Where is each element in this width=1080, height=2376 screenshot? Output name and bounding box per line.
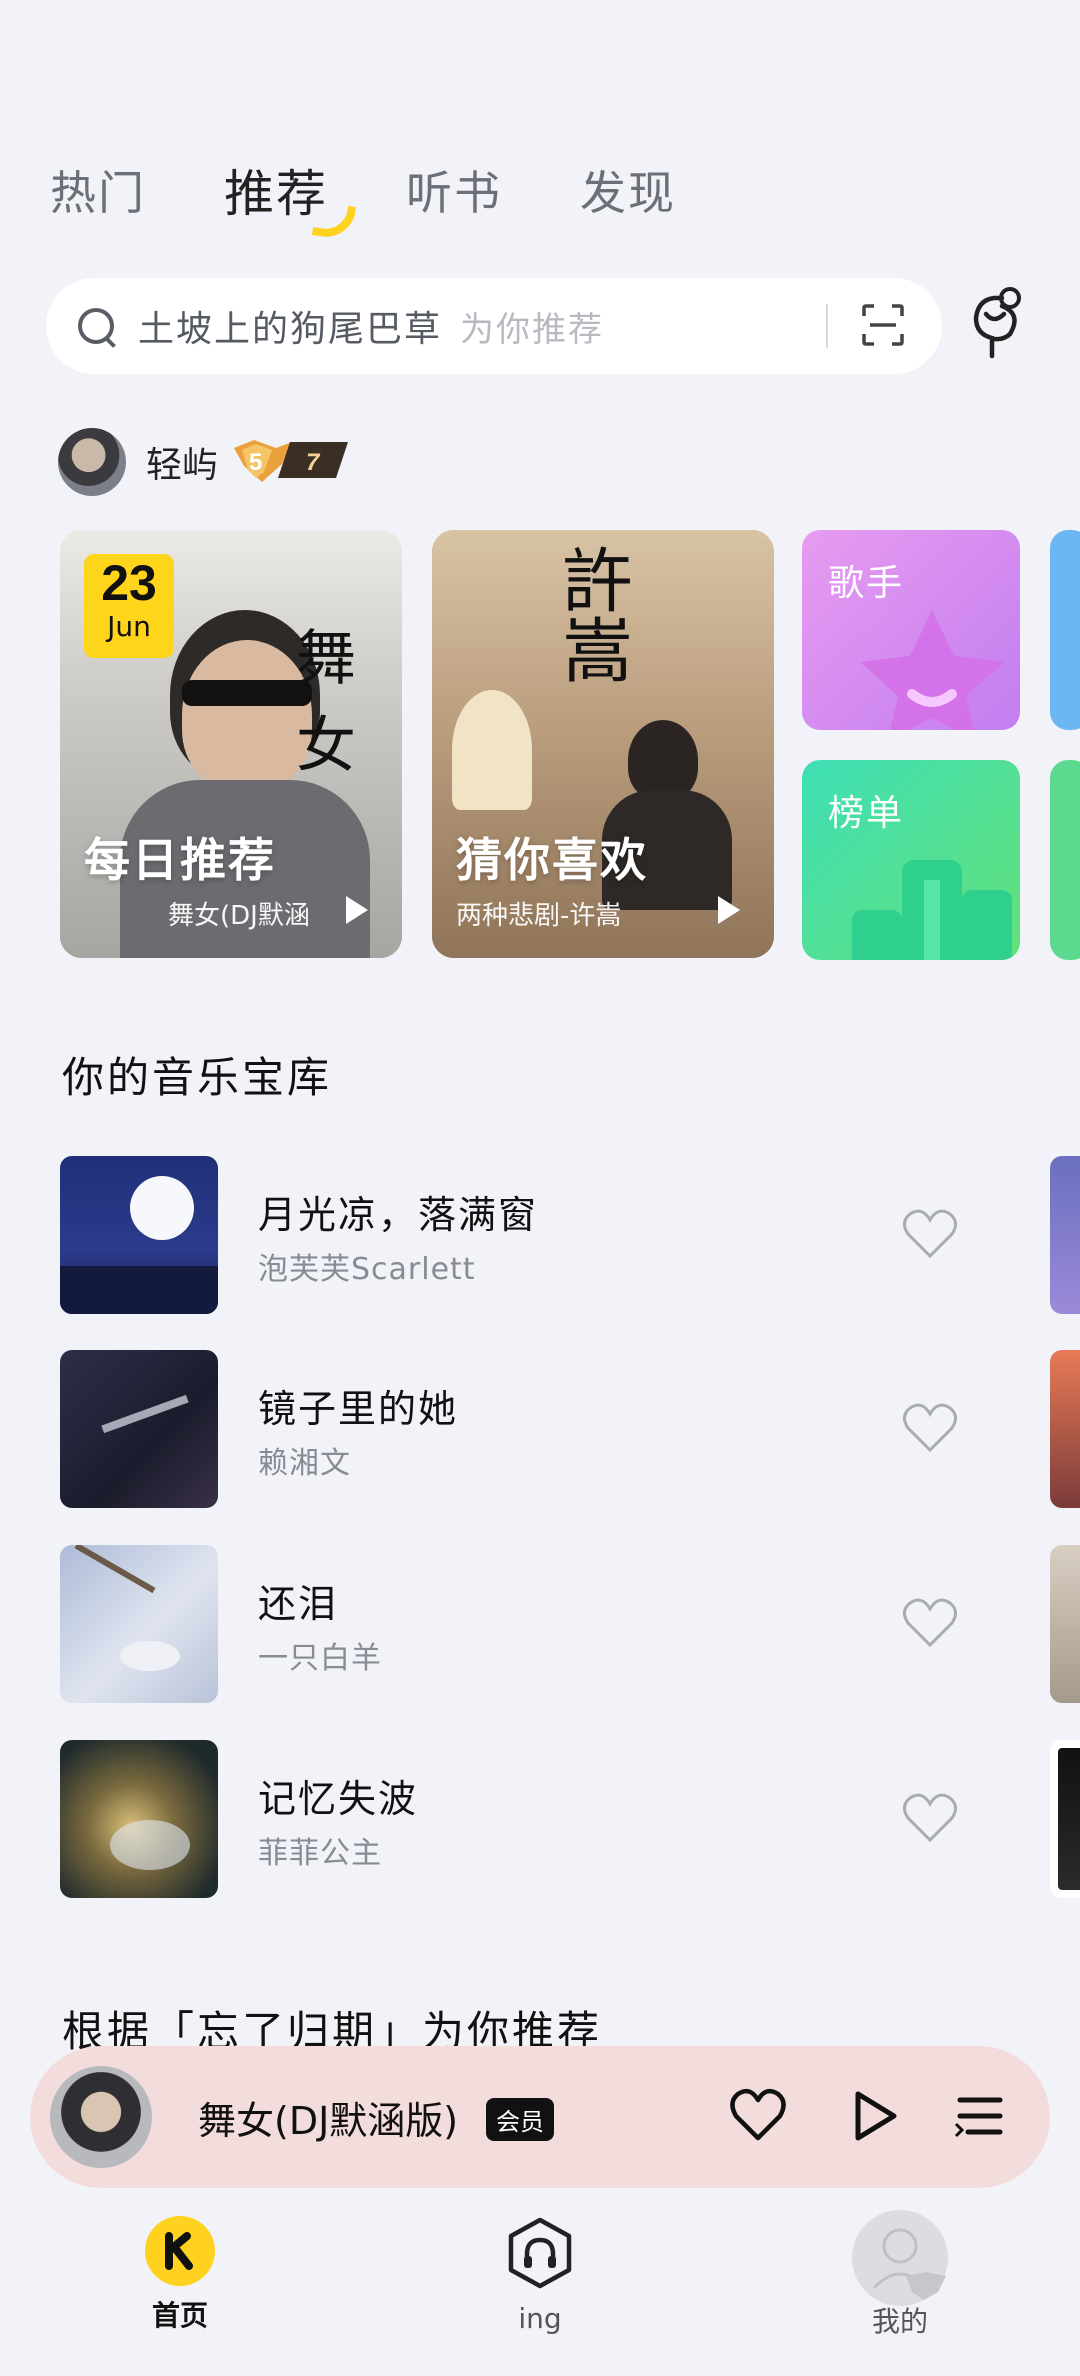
guess-figure-head <box>628 720 698 800</box>
daily-card-subtitle: 舞女(DJ默涵 <box>168 901 310 931</box>
nav-home[interactable]: 首页 <box>100 2216 260 2334</box>
light-shape <box>110 1820 190 1870</box>
date-badge: 23 Jun <box>84 554 174 658</box>
search-bar[interactable]: 土坡上的狗尾巴草 为你推荐 <box>46 278 942 374</box>
tab-recommend-label: 推荐 <box>224 165 328 223</box>
singer-tile[interactable]: 歌手 <box>802 530 1020 730</box>
now-playing-title: 舞女(DJ默涵版) <box>198 2099 459 2143</box>
song-cover <box>60 1740 218 1898</box>
song-cover <box>60 1350 218 1508</box>
vip-badge: 会员 <box>486 2098 554 2141</box>
vip-level-text: 5 <box>249 449 262 476</box>
scan-icon[interactable] <box>860 302 906 348</box>
flower-shape <box>120 1641 180 1671</box>
lamp-shape <box>452 690 532 810</box>
chart-tile-label: 榜单 <box>828 793 905 834</box>
song-title: 还泪 <box>258 1582 339 1626</box>
song-row[interactable]: 镜子里的她 赖湘文 <box>60 1350 1020 1510</box>
song-artist: 赖湘文 <box>258 1446 351 1481</box>
search-divider <box>826 304 828 348</box>
singer-tile-label: 歌手 <box>828 563 905 604</box>
search-query-text: 土坡上的狗尾巴草 <box>138 309 443 350</box>
now-playing-cover[interactable] <box>50 2066 152 2168</box>
daily-figure-face <box>182 640 312 790</box>
song-cover-peek[interactable] <box>1050 1156 1080 1314</box>
date-day: 23 <box>101 555 157 611</box>
play-icon[interactable] <box>852 2090 898 2142</box>
like-heart-icon[interactable] <box>730 2088 786 2142</box>
search-icon <box>76 306 116 346</box>
kugou-home-icon <box>145 2216 215 2286</box>
star-icon <box>860 610 1004 730</box>
song-row[interactable]: 还泪 一只白羊 <box>60 1545 1020 1705</box>
user-avatar[interactable] <box>58 428 126 496</box>
song-artist: 菲菲公主 <box>258 1836 382 1871</box>
guess-card-subtitle: 两种悲剧-许嵩 <box>456 901 622 931</box>
active-tab-indicator <box>311 201 357 241</box>
nav-me[interactable]: 我的 <box>820 2210 980 2340</box>
tab-recommend[interactable]: 推荐 <box>224 154 357 241</box>
headphone-hexagon-icon <box>508 2217 572 2289</box>
song-artist: 泡芙芙Scarlett <box>258 1252 476 1287</box>
city-silhouette <box>60 1266 218 1314</box>
top-tab-bar: 热门 推荐 听书 发现 <box>50 150 754 241</box>
sunglasses <box>182 680 312 706</box>
song-cover-peek[interactable] <box>1050 1545 1080 1703</box>
daily-recommend-card[interactable]: 舞女 23 Jun 每日推荐 舞女(DJ默涵 <box>60 530 402 958</box>
heart-icon[interactable] <box>902 1402 958 1454</box>
play-icon[interactable] <box>718 896 740 924</box>
song-row[interactable]: 月光凉，落满窗 泡芙芙Scarlett <box>60 1156 1020 1316</box>
song-cover <box>60 1545 218 1703</box>
song-cover-peek[interactable] <box>1050 1740 1080 1898</box>
song-artist: 一只白羊 <box>258 1641 382 1676</box>
song-title: 月光凉，落满窗 <box>258 1193 539 1237</box>
daily-cover-calligraphy: 舞女 <box>296 624 356 781</box>
tab-discover[interactable]: 发现 <box>580 157 676 223</box>
search-hint-text: 为你推荐 <box>460 309 605 350</box>
tab-audiobook[interactable]: 听书 <box>406 157 502 223</box>
more-tile-peek[interactable] <box>1050 530 1080 730</box>
chart-tile[interactable]: 榜单 <box>802 760 1020 960</box>
song-title: 镜子里的她 <box>258 1387 459 1431</box>
guess-cover-calligraphy: 許嵩 <box>551 544 633 684</box>
song-cover-peek[interactable] <box>1050 1350 1080 1508</box>
mini-player[interactable]: 舞女(DJ默涵版) 会员 <box>30 2046 1050 2188</box>
date-month: Jun <box>107 610 151 643</box>
guess-card-title: 猜你喜欢 <box>456 833 648 887</box>
nav-home-label: 首页 <box>151 2299 208 2332</box>
nav-ing-label: ing <box>518 2302 562 2335</box>
song-row[interactable]: 记忆失波 菲菲公主 <box>60 1740 1020 1900</box>
play-icon[interactable] <box>346 896 368 924</box>
profile-avatar-icon <box>852 2210 948 2306</box>
guess-you-like-card[interactable]: 許嵩 猜你喜欢 两种悲剧-许嵩 <box>432 530 774 958</box>
level-badge-icon[interactable]: 5 7 <box>232 436 350 486</box>
song-title: 记忆失波 <box>258 1777 419 1821</box>
song-cover <box>60 1156 218 1314</box>
nav-ing[interactable]: ing <box>460 2216 620 2335</box>
playlist-icon[interactable] <box>954 2094 1004 2138</box>
more-tile-peek[interactable] <box>1050 760 1080 960</box>
heart-icon[interactable] <box>902 1208 958 1260</box>
user-level-text: 7 <box>306 449 321 476</box>
cover-script-stroke <box>101 1394 189 1434</box>
heart-icon[interactable] <box>902 1597 958 1649</box>
user-name[interactable]: 轻屿 <box>146 436 218 488</box>
moon-shape <box>130 1176 194 1240</box>
heart-icon[interactable] <box>902 1792 958 1844</box>
library-section-title: 你的音乐宝库 <box>62 1053 333 1102</box>
tab-hot[interactable]: 热门 <box>50 157 146 223</box>
podium-icon <box>852 860 1012 960</box>
daily-card-title: 每日推荐 <box>84 833 276 887</box>
voice-search-icon[interactable] <box>966 284 1030 364</box>
branch-shape <box>74 1545 156 1594</box>
